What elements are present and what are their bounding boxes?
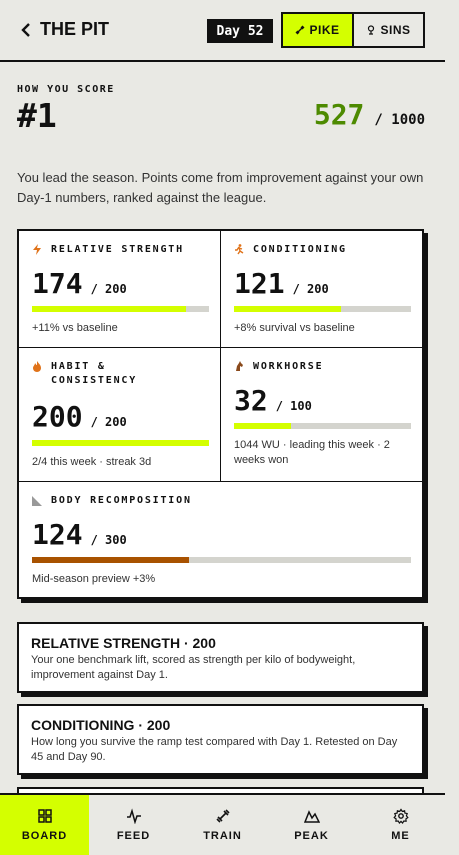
category-relative-strength[interactable]: RELATIVE STRENGTH 174 / 200 +11% vs base… [19, 231, 221, 348]
progress-track [32, 557, 411, 563]
category-score: 200 [32, 400, 83, 433]
category-max: / 200 [90, 415, 127, 429]
progress-track [32, 306, 209, 312]
toggle-sins-label: SINS [380, 23, 411, 37]
category-note: +11% vs baseline [32, 322, 118, 334]
dumbbell-icon [295, 25, 305, 35]
category-note: Mid-season preview +3% [32, 573, 156, 585]
toggle-pike[interactable]: PIKE [283, 14, 354, 46]
nav-label: FEED [116, 830, 151, 842]
category-max: / 200 [90, 282, 127, 296]
progress-fill [32, 440, 209, 446]
gear-icon [392, 808, 409, 824]
category-title: CONDITIONING [253, 244, 347, 255]
back-button[interactable]: THE PIT [20, 19, 109, 40]
flame-icon [33, 361, 41, 372]
nav-train[interactable]: TRAIN [178, 795, 267, 855]
points-max: / 1000 [374, 112, 425, 128]
category-workhorse[interactable]: WORKHORSE 32 / 100 1044 WU · leading thi… [221, 348, 422, 482]
nav-label: PEAK [294, 830, 329, 842]
toggle-pike-label: PIKE [309, 23, 340, 37]
scroll-rail [445, 0, 459, 855]
score-summary: You lead the season. Points come from im… [17, 170, 424, 205]
pulse-icon [126, 808, 141, 824]
category-grid: RELATIVE STRENGTH 174 / 200 +11% vs base… [17, 229, 424, 599]
chevron-left-icon [21, 22, 30, 37]
info-card-text: Your one benchmark lift, scored as stren… [31, 654, 356, 681]
toggle-sins[interactable]: SINS [354, 14, 423, 46]
category-title: BODY RECOMPOSITION [51, 495, 192, 506]
category-score: 124 [32, 518, 83, 551]
ruler-icon [32, 496, 42, 506]
info-card-title: RELATIVE STRENGTH · 200 [31, 635, 216, 651]
progress-track [234, 306, 411, 312]
progress-fill [32, 306, 186, 312]
grid-icon [37, 809, 52, 823]
dumbbell-icon [215, 809, 230, 823]
nav-board[interactable]: BOARD [0, 795, 89, 855]
category-habit-consistency[interactable]: HABIT & CONSISTENCY 200 / 200 2/4 this w… [19, 348, 221, 482]
progress-fill [32, 557, 189, 563]
category-body-recomposition[interactable]: BODY RECOMPOSITION 124 / 300 Mid-season … [19, 482, 422, 597]
category-conditioning[interactable]: CONDITIONING 121 / 200 +8% survival vs b… [221, 231, 422, 348]
info-card-relative-strength[interactable]: RELATIVE STRENGTH · 200 Your one benchma… [17, 622, 424, 693]
team-toggle: PIKE SINS [281, 12, 425, 48]
nav-peak[interactable]: PEAK [267, 795, 356, 855]
category-max: / 100 [275, 399, 312, 413]
bolt-icon [33, 244, 41, 255]
mountain-icon [303, 810, 320, 823]
bottom-nav: BOARD FEED TRAIN PEAK ME [0, 793, 445, 855]
nav-label: BOARD [21, 830, 68, 842]
category-title: WORKHORSE [253, 361, 324, 372]
category-note: +8% survival vs baseline [234, 322, 355, 334]
category-title: HABIT & CONSISTENCY [51, 361, 138, 386]
info-card-text: How long you survive the ramp test compa… [31, 736, 398, 763]
horse-icon [236, 361, 243, 371]
score-label: HOW YOU SCORE [17, 84, 115, 95]
category-max: / 300 [90, 533, 127, 547]
category-title: RELATIVE STRENGTH [51, 244, 184, 255]
progress-track [234, 423, 411, 429]
points-value: 527 [313, 98, 365, 131]
pin-icon [368, 25, 375, 35]
info-card-conditioning[interactable]: CONDITIONING · 200 How long you survive … [17, 704, 424, 775]
points-total: 527 / 1000 [314, 98, 425, 131]
category-note: 1044 WU · leading this week · 2 weeks wo… [234, 439, 390, 466]
progress-fill [234, 423, 291, 429]
nav-label: TRAIN [203, 830, 242, 842]
progress-track [32, 440, 209, 446]
category-score: 121 [234, 267, 285, 300]
progress-fill [234, 306, 342, 312]
nav-feed[interactable]: FEED [89, 795, 178, 855]
day-badge: Day 52 [207, 19, 273, 43]
page-title: THE PIT [40, 19, 110, 39]
runner-icon [235, 244, 244, 255]
top-bar: THE PIT Day 52 PIKE SINS [0, 0, 445, 62]
nav-label: ME [391, 830, 410, 842]
info-card-title: CONDITIONING · 200 [31, 717, 171, 733]
category-max: / 200 [292, 282, 329, 296]
rank-value: #1 [17, 96, 57, 135]
category-score: 174 [32, 267, 83, 300]
nav-me[interactable]: ME [356, 795, 445, 855]
category-score: 32 [234, 384, 268, 417]
category-note: 2/4 this week · streak 3d [32, 456, 152, 468]
